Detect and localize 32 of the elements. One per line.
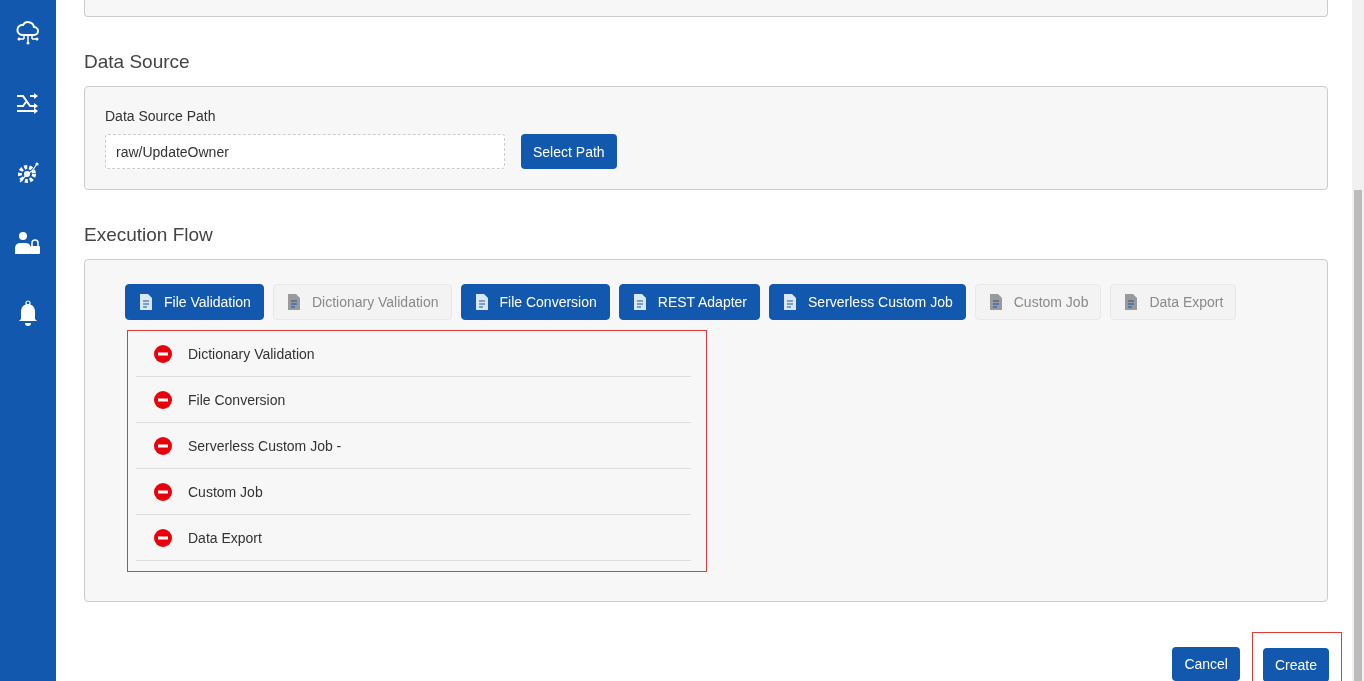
cancel-button[interactable]: Cancel [1172,647,1240,681]
document-icon [631,293,648,311]
remove-icon[interactable] [154,344,172,363]
user-lock-icon[interactable] [14,230,42,256]
field-label: Data Source Path [105,108,217,124]
step-button[interactable]: REST Adapter [618,284,760,320]
document-icon [1123,293,1140,311]
step-button[interactable]: File Conversion [460,284,610,320]
document-icon [782,293,798,311]
gear-icon[interactable] [15,160,41,186]
step-name: Dictionary Validation [188,345,315,362]
document-icon [987,293,1004,311]
select-path-button[interactable]: Select Path [521,134,617,169]
path-input-field[interactable]: raw/UpdateOwner [105,134,505,169]
create-button[interactable]: Create [1262,648,1329,681]
step-name: File Conversion [188,391,286,408]
remove-icon[interactable] [154,482,172,501]
step-button[interactable]: File Validation [125,284,264,320]
document-icon [138,293,154,311]
document-icon [473,293,490,311]
step-name: Custom Job [188,483,263,500]
step-button[interactable]: Serverless Custom Job [769,284,966,320]
remove-icon[interactable] [154,390,172,409]
bell-icon[interactable] [17,300,39,326]
document-icon [285,293,302,311]
section-heading: Execution Flow [84,224,214,246]
step-name: Data Export [188,529,262,546]
section-heading: Data Source [84,51,191,73]
cloud-network-icon[interactable] [15,20,41,46]
remove-icon[interactable] [154,436,172,455]
remove-icon[interactable] [154,528,172,547]
step-name: Serverless Custom Job - [188,437,342,454]
